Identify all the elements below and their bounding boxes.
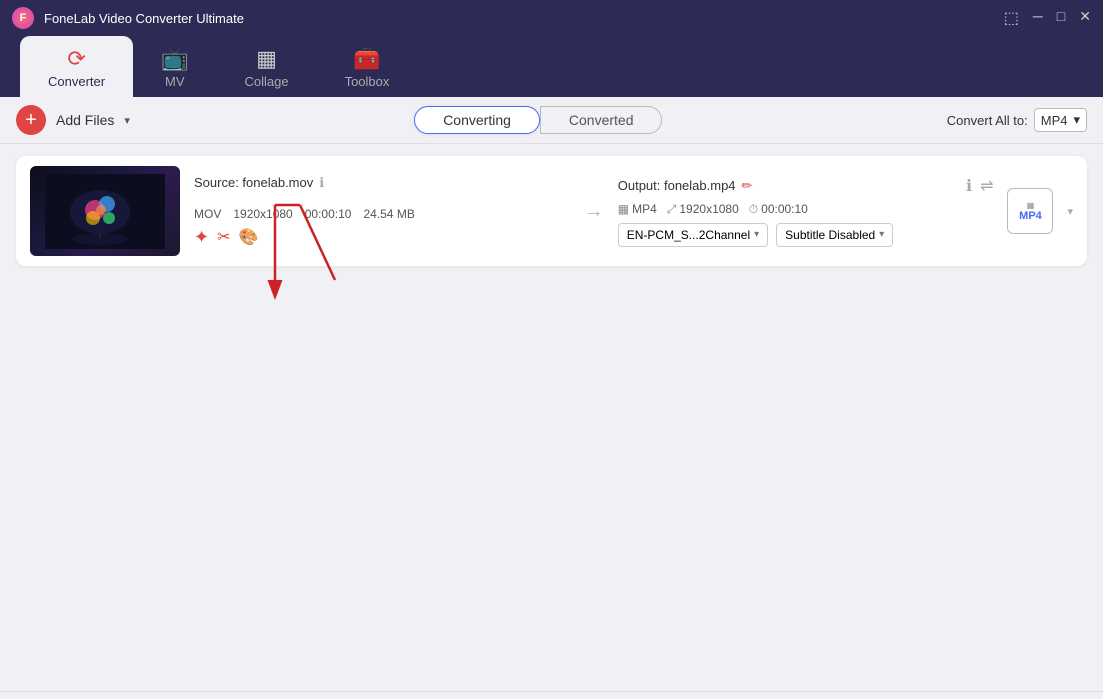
tab-collage-label: Collage — [244, 74, 288, 89]
add-files-caret-icon[interactable]: ▾ — [124, 114, 130, 127]
edit-icon[interactable]: ✏ — [742, 178, 753, 194]
tab-collage[interactable]: ▦ Collage — [216, 36, 316, 97]
action-icons: ✦ ✂ 🎨 — [194, 227, 570, 248]
file-thumbnail — [30, 166, 180, 256]
output-row: Output: fonelab.mp4 ✏ ℹ ⇌ — [618, 176, 994, 196]
converter-icon: ⟳ — [67, 46, 85, 72]
format-select[interactable]: MP4 ▾ — [1034, 108, 1087, 132]
subtitle-select-value: Subtitle Disabled — [785, 228, 875, 242]
convert-all-to-label: Convert All to: — [947, 113, 1028, 128]
file-list: Source: fonelab.mov ℹ MOV 1920x1080 00:0… — [0, 144, 1103, 691]
subtitle-select[interactable]: Subtitle Disabled ▾ — [776, 223, 893, 247]
subtitle-icon[interactable]: ⬚ — [1004, 8, 1019, 28]
nav-tabs: ⟳ Converter 📺 MV ▦ Collage 🧰 Toolbox — [0, 36, 1103, 97]
audio-select-value: EN-PCM_S...2Channel — [627, 228, 750, 242]
output-meta-row: ▦ MP4 ⤢ 1920x1080 ⏱ 00:00:10 — [618, 202, 994, 217]
output-resolution-icon: ⤢ — [667, 202, 677, 217]
tab-converter[interactable]: ⟳ Converter — [20, 36, 133, 97]
tab-mv[interactable]: 📺 MV — [133, 36, 216, 97]
mv-icon: 📺 — [161, 46, 188, 72]
tab-mv-label: MV — [165, 74, 185, 89]
effects-icon[interactable]: ✦ — [194, 227, 209, 248]
output-actions: ℹ ⇌ — [966, 176, 993, 196]
add-files-plus-button[interactable]: + — [16, 105, 46, 135]
audio-select-caret-icon: ▾ — [754, 229, 759, 240]
toolbar: + Add Files ▾ Converting Converted Conve… — [0, 97, 1103, 144]
file-info-right: Output: fonelab.mp4 ✏ ℹ ⇌ ▦ MP4 — [618, 176, 994, 247]
arrow-divider: → — [584, 200, 604, 223]
output-format: MP4 — [632, 202, 657, 216]
thumbnail-preview — [45, 174, 165, 249]
collage-icon: ▦ — [256, 46, 277, 72]
file-info-left: Source: fonelab.mov ℹ MOV 1920x1080 00:0… — [194, 175, 570, 248]
titlebar: F FoneLab Video Converter Ultimate ⬚ ─ □… — [0, 0, 1103, 36]
output-label: Output: fonelab.mp4 — [618, 178, 736, 193]
tab-toolbox-label: Toolbox — [345, 74, 390, 89]
output-format-icon: ▦ — [618, 202, 629, 216]
add-files-label[interactable]: Add Files — [56, 112, 114, 128]
tab-toolbox[interactable]: 🧰 Toolbox — [317, 36, 418, 97]
meta-duration: 00:00:10 — [305, 207, 352, 221]
file-item: Source: fonelab.mov ℹ MOV 1920x1080 00:0… — [16, 156, 1087, 266]
format-select-caret-icon: ▾ — [1073, 112, 1080, 128]
format-badge-label: MP4 — [1019, 210, 1042, 222]
format-select-value: MP4 — [1041, 113, 1068, 128]
source-label: Source: fonelab.mov — [194, 175, 313, 190]
app-title: FoneLab Video Converter Ultimate — [44, 11, 1004, 26]
source-row: Source: fonelab.mov ℹ — [194, 175, 570, 191]
watermark-icon[interactable]: 🎨 — [239, 227, 259, 248]
toolbox-icon: 🧰 — [353, 46, 380, 72]
tab-switcher: Converting Converted — [140, 106, 937, 134]
format-badge[interactable]: ▦ MP4 — [1007, 188, 1053, 234]
output-selects: EN-PCM_S...2Channel ▾ Subtitle Disabled … — [618, 223, 994, 247]
maximize-button[interactable]: □ — [1057, 8, 1065, 28]
help-icon[interactable]: ℹ — [966, 176, 972, 196]
info-icon[interactable]: ℹ — [319, 175, 324, 191]
meta-row: MOV 1920x1080 00:00:10 24.54 MB — [194, 207, 570, 221]
format-badge-caret-icon[interactable]: ▾ — [1067, 205, 1073, 218]
output-duration: 00:00:10 — [761, 202, 808, 216]
subtitle-select-caret-icon: ▾ — [879, 229, 884, 240]
converted-tab[interactable]: Converted — [540, 106, 663, 134]
swap-icon[interactable]: ⇌ — [980, 176, 993, 196]
close-button[interactable]: ✕ — [1079, 8, 1091, 28]
minimize-button[interactable]: ─ — [1033, 8, 1043, 28]
converting-tab[interactable]: Converting — [414, 106, 540, 134]
app-logo: F — [12, 7, 34, 29]
convert-all-to: Convert All to: MP4 ▾ — [947, 108, 1087, 132]
meta-format: MOV — [194, 207, 221, 221]
format-badge-top-label: ▦ — [1027, 201, 1035, 210]
output-resolution: 1920x1080 — [679, 202, 738, 216]
arrow-right-icon: → — [584, 200, 604, 223]
tab-converter-label: Converter — [48, 74, 105, 89]
main-content: Source: fonelab.mov ℹ MOV 1920x1080 00:0… — [0, 144, 1103, 691]
footer: Save to: D:\FoneLab\FoneLab Vid...ter Ul… — [0, 691, 1103, 699]
meta-resolution: 1920x1080 — [233, 207, 292, 221]
cut-icon[interactable]: ✂ — [217, 227, 230, 248]
meta-size: 24.54 MB — [363, 207, 414, 221]
audio-select[interactable]: EN-PCM_S...2Channel ▾ — [618, 223, 768, 247]
window-controls: ⬚ ─ □ ✕ — [1004, 8, 1091, 28]
output-duration-icon: ⏱ — [749, 202, 758, 217]
